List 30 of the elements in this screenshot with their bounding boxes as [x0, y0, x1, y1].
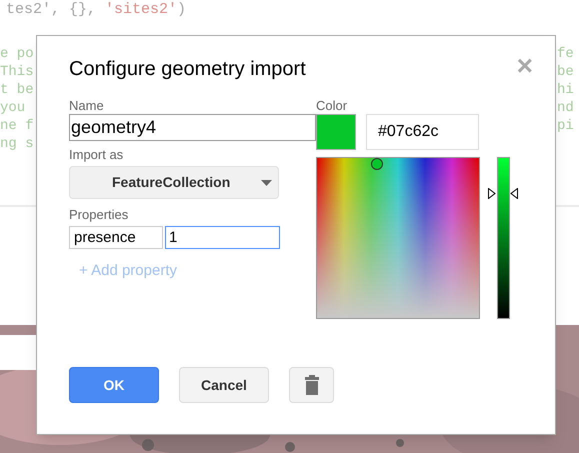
code-fragment: be	[557, 63, 574, 81]
cancel-button[interactable]: Cancel	[179, 367, 269, 403]
code-fragment: ne f	[0, 117, 34, 135]
code-fragment: t be	[0, 81, 34, 99]
slider-handle-icon[interactable]	[488, 188, 518, 200]
code-fragment: you	[0, 99, 26, 117]
name-field[interactable]: geometry4	[69, 114, 316, 141]
code-fragment: This	[0, 63, 34, 81]
property-key-field[interactable]: presence	[69, 226, 163, 249]
code-fragment: e po	[0, 45, 34, 63]
color-cursor[interactable]	[371, 158, 383, 170]
field-label: Properties	[69, 207, 130, 223]
import-as-dropdown[interactable]: FeatureCollection	[69, 166, 279, 199]
code-fragment: ng s	[0, 135, 34, 153]
trash-icon	[304, 375, 318, 395]
field-label: Name	[69, 98, 105, 114]
brightness-slider[interactable]	[488, 157, 518, 319]
code-fragment: nd	[557, 99, 574, 117]
code-line: tes2', {}, 'sites2')	[6, 1, 186, 19]
property-value-field[interactable]: 1	[165, 226, 280, 249]
delete-button[interactable]	[289, 367, 334, 403]
hex-field[interactable]: #07c62c	[366, 114, 479, 150]
dialog-title: Configure geometry import	[69, 57, 306, 82]
caret-icon	[261, 180, 272, 186]
color-gradient[interactable]	[316, 157, 480, 319]
code-fragment: pi	[557, 117, 574, 135]
code-fragment: hi	[557, 81, 574, 99]
field-label: Color	[316, 98, 348, 114]
field-label: Import as	[69, 147, 124, 163]
code-fragment: fe	[557, 45, 574, 63]
